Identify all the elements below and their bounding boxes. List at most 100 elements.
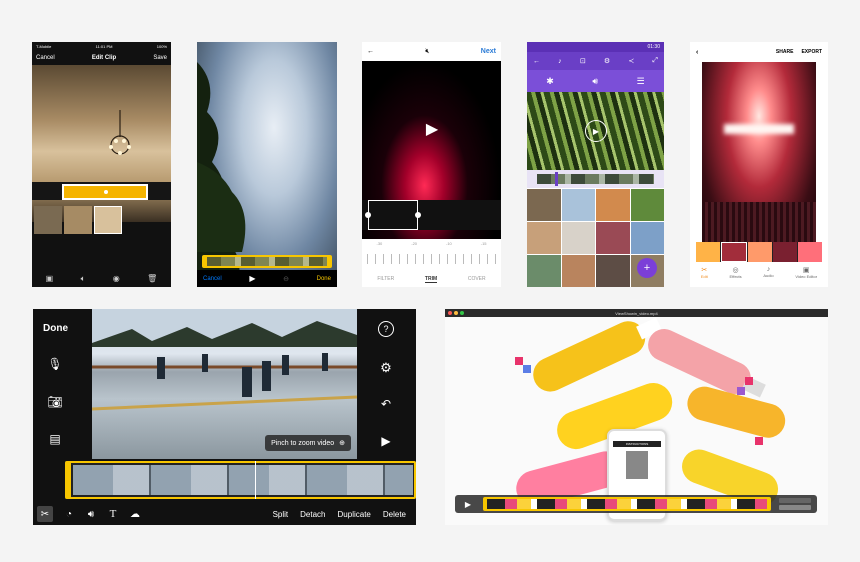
- trim-bar[interactable]: [202, 255, 332, 268]
- media-thumb[interactable]: [561, 189, 595, 221]
- expand-icon[interactable]: ⤢: [652, 57, 658, 65]
- cancel-button[interactable]: [779, 505, 811, 510]
- tab-cover[interactable]: COVER: [468, 276, 486, 282]
- stage-lights: [724, 124, 794, 134]
- settings-icon[interactable]: ⚙: [377, 359, 395, 377]
- adjust-icon[interactable]: ☰: [637, 76, 645, 87]
- trash-icon[interactable]: 🗑︎: [147, 274, 157, 283]
- trim-bar[interactable]: [483, 497, 771, 511]
- share-button[interactable]: SHARE: [776, 49, 794, 55]
- phone-photo: [626, 451, 648, 479]
- video-frame[interactable]: INSTRUCTIONS: [445, 317, 828, 525]
- cancel-button[interactable]: Cancel: [203, 276, 222, 282]
- export-button[interactable]: EXPORT: [801, 49, 822, 55]
- timeline[interactable]: [65, 461, 416, 499]
- media-library-icon[interactable]: ▤: [47, 431, 63, 447]
- back-chevron-icon[interactable]: ‹: [696, 49, 698, 56]
- panel-android-trim: ← 🔇︎ Next ▶ -30 -20 -10 -15 FILTER TRIM …: [362, 42, 501, 287]
- tab-audio[interactable]: ♪ Audio: [763, 266, 773, 278]
- share-icon[interactable]: ≺: [628, 57, 634, 65]
- trim-handle-right[interactable]: [415, 212, 421, 218]
- speed-icon[interactable]: ◔: [61, 506, 77, 522]
- media-thumb[interactable]: [630, 222, 664, 254]
- video-preview[interactable]: ▶: [527, 92, 664, 170]
- detach-button[interactable]: Detach: [300, 510, 325, 519]
- tab-edit[interactable]: ✂ Edit: [701, 266, 708, 279]
- video-preview[interactable]: Pinch to zoom video ⊕: [92, 309, 357, 459]
- tab-video-editor[interactable]: ▣ Video Editor: [795, 266, 817, 279]
- add-fab-button[interactable]: +: [637, 258, 657, 278]
- clip-thumb[interactable]: [94, 206, 122, 234]
- scissors-icon[interactable]: ✂: [37, 506, 53, 522]
- panel-mac-video: ViewShowin_video.mp4 INSTRUCTIONS ▶: [445, 309, 828, 525]
- undo-icon[interactable]: ↶: [377, 395, 395, 413]
- text-icon[interactable]: T: [105, 506, 121, 522]
- media-thumb[interactable]: [561, 222, 595, 254]
- clip-thumbnails: [73, 465, 413, 495]
- media-thumb[interactable]: [527, 222, 561, 254]
- clip-thumb[interactable]: [34, 206, 62, 234]
- help-icon[interactable]: ?: [378, 321, 394, 337]
- trim-strip[interactable]: [362, 200, 501, 230]
- media-thumb[interactable]: [561, 255, 595, 287]
- music-icon[interactable]: ♪: [558, 58, 562, 65]
- camera-icon[interactable]: 📷︎: [47, 394, 63, 410]
- filters-icon[interactable]: ☁: [127, 506, 143, 522]
- trim-handle-left[interactable]: [365, 212, 371, 218]
- microphone-icon[interactable]: 🎙︎: [47, 356, 63, 372]
- crop-icon[interactable]: ⊡: [580, 57, 586, 65]
- done-button[interactable]: Done: [317, 276, 331, 282]
- tick-label: -30: [376, 241, 383, 246]
- tab-effects[interactable]: ◎ Effects: [730, 266, 742, 279]
- media-thumb[interactable]: [596, 189, 630, 221]
- play-icon[interactable]: ▶: [422, 119, 442, 139]
- cancel-button[interactable]: Cancel: [36, 55, 55, 61]
- minimize-window-icon[interactable]: [454, 311, 458, 315]
- back-arrow-icon[interactable]: ←: [533, 58, 540, 65]
- volume-icon[interactable]: 🔈︎: [81, 274, 86, 284]
- timeline-handle[interactable]: [555, 172, 558, 186]
- volume-icon[interactable]: 🔊︎: [83, 506, 99, 522]
- tab-trim[interactable]: TRIM: [424, 276, 438, 283]
- mute-icon[interactable]: 🔇︎: [425, 48, 429, 56]
- video-editor-icon: ▣: [802, 267, 810, 274]
- trim-selection[interactable]: [62, 184, 148, 200]
- next-button[interactable]: Next: [481, 48, 496, 55]
- sticker-icon[interactable]: ✱: [546, 76, 554, 87]
- panel-ios-edit-clip: T-Mobile 11:01 PM 100% Cancel Edit Clip …: [32, 42, 171, 287]
- loop-icon[interactable]: ⊖: [283, 275, 289, 283]
- timeline[interactable]: [527, 170, 664, 188]
- filter-icon[interactable]: ◉: [113, 274, 120, 283]
- save-button[interactable]: Save: [153, 55, 167, 61]
- trim-button[interactable]: [779, 498, 811, 503]
- play-icon[interactable]: ▶: [585, 120, 607, 142]
- close-window-icon[interactable]: [448, 311, 452, 315]
- clips-icon[interactable]: ▣: [46, 274, 54, 283]
- back-arrow-icon[interactable]: ←: [367, 48, 374, 55]
- media-thumb[interactable]: [630, 189, 664, 221]
- duplicate-button[interactable]: Duplicate: [338, 510, 371, 519]
- done-button[interactable]: Done: [43, 323, 68, 334]
- settings-icon[interactable]: ⚙: [604, 57, 610, 65]
- play-icon[interactable]: ▶: [461, 497, 475, 511]
- tab-filter[interactable]: FILTER: [377, 276, 394, 282]
- scale-ruler[interactable]: [367, 254, 496, 264]
- audio-icon[interactable]: 🔊︎: [592, 76, 598, 87]
- trim-window[interactable]: [368, 200, 418, 230]
- zoom-window-icon[interactable]: [460, 311, 464, 315]
- video-preview[interactable]: [702, 62, 816, 242]
- media-thumb[interactable]: [527, 255, 561, 287]
- delete-button[interactable]: Delete: [383, 510, 406, 519]
- media-thumb[interactable]: [596, 255, 630, 287]
- play-icon[interactable]: ▶: [377, 432, 395, 450]
- playhead[interactable]: [255, 461, 256, 499]
- nav-title: Edit Clip: [91, 54, 117, 61]
- split-button[interactable]: Split: [273, 510, 289, 519]
- clip-thumb[interactable]: [64, 206, 92, 234]
- panel-android-gallery: 01:30 ← ♪ ⊡ ⚙ ≺ ⤢ ✱ 🔊︎ ☰ ▶ +: [527, 42, 664, 287]
- timeline-strip[interactable]: [696, 242, 822, 262]
- media-thumb[interactable]: [596, 222, 630, 254]
- play-icon[interactable]: ▶: [249, 274, 255, 283]
- status-bar: 01:30: [527, 42, 664, 52]
- media-thumb[interactable]: [527, 189, 561, 221]
